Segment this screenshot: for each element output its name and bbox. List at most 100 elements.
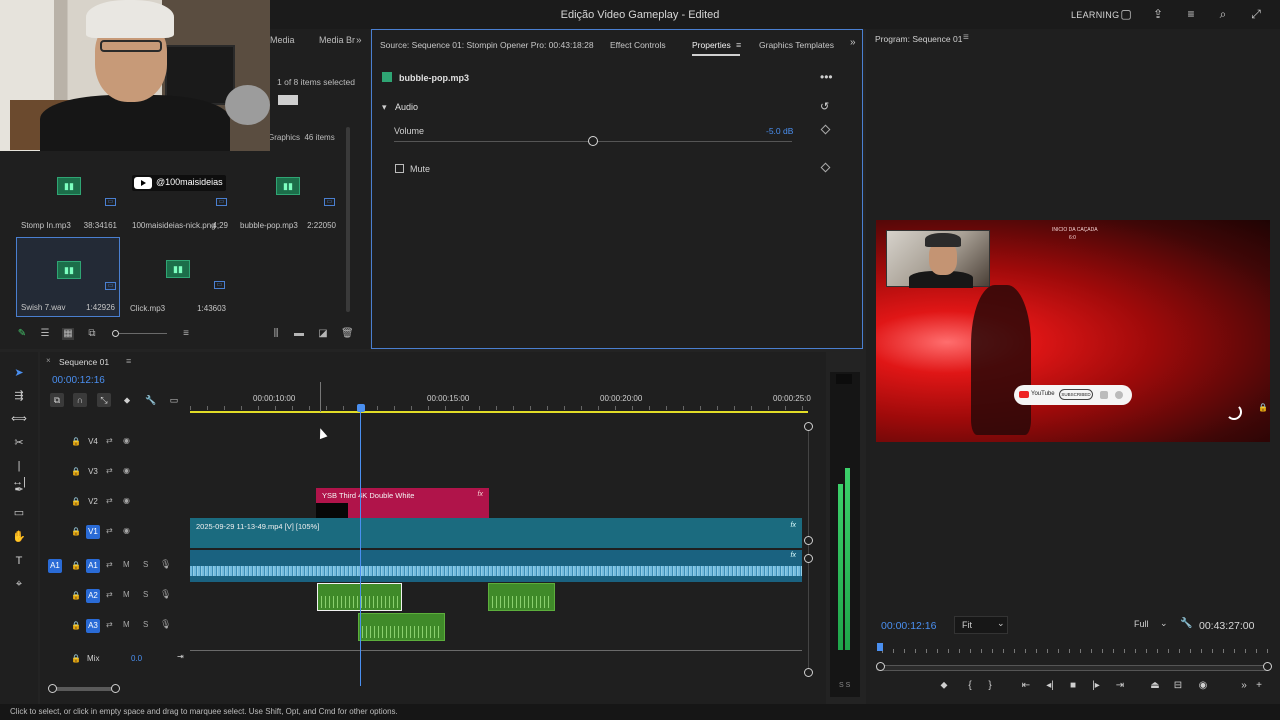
chevron-down-icon[interactable]: ▾ [382, 102, 387, 113]
media-item-swish-7[interactable]: ▮▮ ▭ Swish 7.wav 1:42926 [16, 237, 120, 317]
step-forward-icon[interactable]: |▸ [1089, 679, 1103, 693]
video-clip-gameplay[interactable]: 2025-09-29 11-13-49.mp4 [V] [105%] fx [190, 518, 802, 548]
audio-scroll-handle-bottom[interactable] [804, 668, 813, 677]
share-icon[interactable]: ⇪ [1151, 8, 1165, 21]
slip-tool-icon[interactable]: |↔| [11, 458, 27, 488]
lift-icon[interactable]: ⏏ [1148, 679, 1162, 693]
tab-properties-menu-icon[interactable]: ≡ [736, 40, 741, 50]
media-item-bubble-pop[interactable]: ▮▮ ▭ bubble-pop.mp3 2:22050 [236, 164, 340, 242]
eye-icon[interactable]: ◉ [123, 466, 130, 475]
mute-keyframe-icon[interactable] [820, 162, 831, 173]
track-name[interactable]: A3 [86, 619, 100, 633]
sync-lock-icon[interactable]: ⇄ [106, 526, 113, 535]
solo-button[interactable]: S [143, 560, 148, 569]
pen-tool-icon[interactable]: ✒ [11, 482, 27, 498]
nest-icon[interactable]: ⧉ [50, 393, 64, 407]
add-marker-icon[interactable]: ⬥ [120, 393, 134, 407]
lock-icon[interactable]: 🔒 [71, 591, 81, 600]
freeform-view-icon[interactable]: ⧉ [86, 328, 98, 340]
zoom-slider[interactable] [115, 333, 167, 334]
zoom-bar-left-handle[interactable] [876, 662, 885, 671]
program-timecode[interactable]: 00:00:12:16 [881, 620, 936, 632]
snap-icon[interactable]: ∩ [73, 393, 87, 407]
volume-slider-knob[interactable] [588, 136, 598, 146]
mark-out-icon[interactable]: } [983, 679, 997, 693]
sync-lock-icon[interactable]: ⇄ [106, 560, 113, 569]
mix-value[interactable]: 0.0 [131, 654, 142, 663]
sync-lock-icon[interactable]: ⇄ [106, 496, 113, 505]
sync-lock-icon[interactable]: ⇄ [106, 590, 113, 599]
solo-button[interactable]: S [143, 590, 148, 599]
new-item-icon[interactable]: ◪ [317, 328, 329, 340]
menu-icon[interactable]: ≡ [1184, 8, 1198, 21]
track-name[interactable]: A1 [86, 559, 100, 573]
ripple-edit-tool-icon[interactable]: ⟺ [11, 411, 27, 427]
timeline-playhead-line[interactable] [360, 410, 361, 686]
razor-tool-icon[interactable]: ✂ [11, 435, 27, 451]
program-zoom-bar[interactable] [876, 665, 1270, 671]
automate-icon[interactable]: ⫼ [270, 328, 282, 340]
lock-icon[interactable]: 🔒 [71, 621, 81, 630]
chevron-down-icon[interactable]: ⌄ [1160, 618, 1168, 629]
tab-graphics-templates[interactable]: Graphics Templates [759, 40, 834, 50]
lock-icon[interactable]: 🔒 [71, 654, 81, 663]
sync-lock-icon[interactable]: ⇄ [106, 466, 113, 475]
workspace-panel-icon[interactable]: ▢ [1119, 8, 1133, 21]
panel-menu-icon[interactable]: ≡ [963, 32, 969, 43]
sync-lock-icon[interactable]: ⇄ [106, 436, 113, 445]
step-back-icon[interactable]: ◂| [1043, 679, 1057, 693]
tab-media[interactable]: Media [270, 35, 295, 45]
go-to-out-icon[interactable]: ⇥ [1113, 679, 1127, 693]
mute-button[interactable]: M [123, 620, 130, 629]
track-name[interactable]: V3 [86, 465, 100, 479]
microphone-icon[interactable]: 🎙 [160, 619, 171, 630]
volume-keyframe-icon[interactable] [820, 124, 831, 135]
sort-icon[interactable]: ≡ [180, 328, 192, 340]
type-tool-icon[interactable]: T [11, 553, 27, 569]
lock-icon[interactable]: 🔒 [71, 437, 81, 446]
media-item-click[interactable]: ▮▮ ▭ Click.mp3 1:43603 [126, 247, 230, 325]
zoom-bar-right-handle[interactable] [111, 684, 120, 693]
lock-icon[interactable]: 🔒 [71, 497, 81, 506]
more-options-icon[interactable]: ••• [820, 70, 833, 84]
eye-icon[interactable]: ◉ [123, 436, 130, 445]
mute-button[interactable]: M [123, 560, 130, 569]
add-marker-icon[interactable]: ⬥ [937, 679, 951, 693]
solo-button[interactable]: S [143, 620, 148, 629]
captions-tool-icon[interactable]: ⌖ [11, 576, 27, 592]
chevron-down-icon[interactable]: ⌄ [997, 618, 1005, 629]
pencil-icon[interactable]: ✎ [16, 328, 28, 340]
wrench-icon[interactable]: 🔧 [144, 393, 158, 407]
more-tabs-icon[interactable]: » [356, 35, 362, 46]
tab-effect-controls[interactable]: Effect Controls [610, 40, 666, 50]
work-area-bar[interactable] [190, 411, 808, 413]
track-name[interactable]: V4 [86, 435, 100, 449]
media-item-stomp-in[interactable]: ▮▮ ▭ Stomp In.mp3 38:34161 [17, 164, 121, 242]
tab-properties[interactable]: Properties [692, 40, 731, 50]
zoom-bar-right-handle[interactable] [1263, 662, 1272, 671]
resolution-dropdown[interactable]: Full [1128, 616, 1176, 634]
audio-clip-a3[interactable] [358, 613, 445, 641]
rectangle-tool-icon[interactable]: ▭ [11, 505, 27, 521]
hand-tool-icon[interactable]: ✋ [11, 529, 27, 545]
track-name[interactable]: A2 [86, 589, 100, 603]
go-to-in-icon[interactable]: ⇤ [1019, 679, 1033, 693]
linked-selection-icon[interactable]: ⤡ [97, 393, 111, 407]
mark-in-icon[interactable]: { [963, 679, 977, 693]
sequence-tab[interactable]: Sequence 01 [59, 357, 109, 367]
audio-section-label[interactable]: Audio [395, 102, 418, 112]
go-to-end-icon[interactable]: ⇥ [177, 652, 184, 661]
track-select-tool-icon[interactable]: ⇶ [11, 388, 27, 404]
timeline-zoom-bar[interactable] [52, 687, 118, 691]
close-tab-icon[interactable]: × [46, 356, 51, 365]
track-name[interactable]: V2 [86, 495, 100, 509]
audio-scroll-handle-top[interactable] [804, 554, 813, 563]
more-controls-icon[interactable]: » [1237, 679, 1251, 693]
lock-icon[interactable]: 🔒 [71, 467, 81, 476]
program-playhead[interactable] [877, 643, 883, 651]
lock-icon[interactable]: 🔒 [71, 561, 81, 570]
search-icon[interactable]: ⌕ [1216, 8, 1230, 21]
program-time-ruler[interactable] [876, 647, 1270, 655]
fullscreen-icon[interactable]: ⤢ [1249, 8, 1263, 21]
audio-clip-gameplay[interactable]: fx [190, 550, 802, 582]
